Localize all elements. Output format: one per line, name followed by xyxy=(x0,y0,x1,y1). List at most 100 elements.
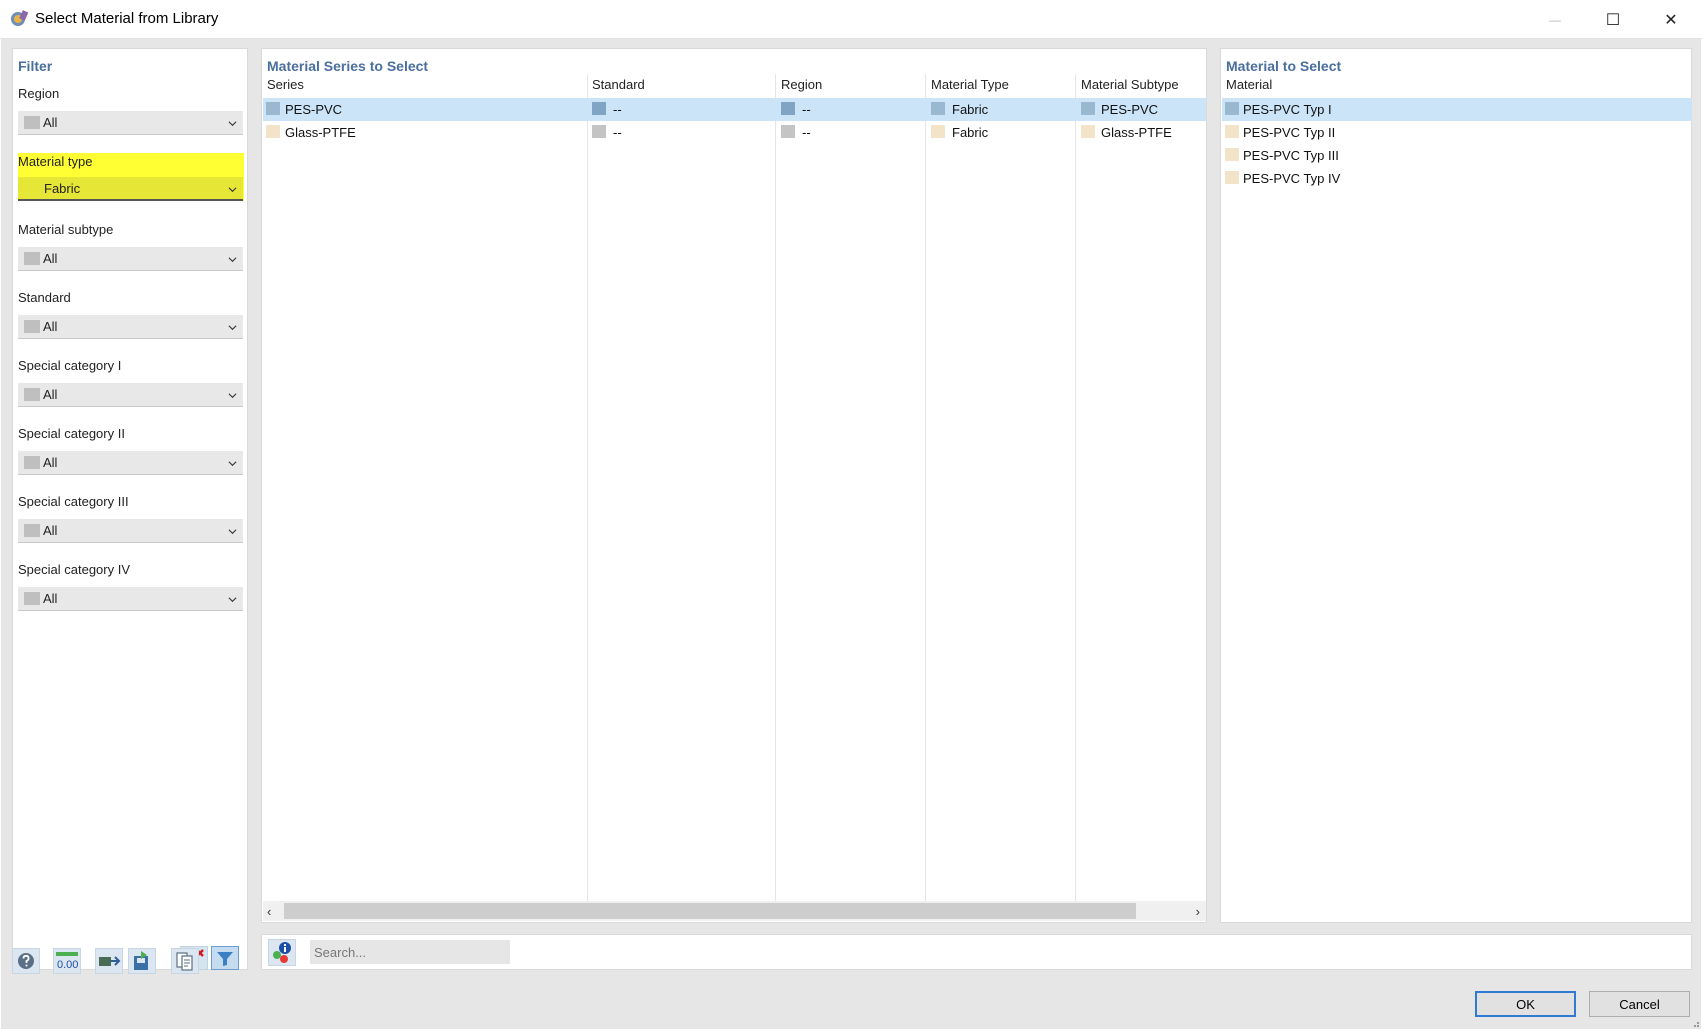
color-swatch xyxy=(1225,148,1239,161)
library-info-button[interactable] xyxy=(171,948,199,974)
special-category-4-value: All xyxy=(43,591,58,606)
decimal-icon: 0.00 xyxy=(56,952,78,971)
column-header-material-type[interactable]: Material Type xyxy=(931,77,1009,92)
color-swatch xyxy=(24,388,40,401)
region-label: Region xyxy=(18,86,60,101)
material-heading: Material to Select xyxy=(1226,58,1342,74)
chevron-down-icon xyxy=(228,529,237,535)
color-swatch xyxy=(24,116,40,129)
scrollbar-thumb[interactable] xyxy=(284,903,1136,919)
region-cell: -- xyxy=(802,102,811,117)
material-series-panel: Material Series to Select Series Standar… xyxy=(261,48,1207,923)
special-category-1-dropdown[interactable]: All xyxy=(18,383,243,407)
special-category-4-dropdown[interactable]: All xyxy=(18,587,243,611)
material-type-value: Fabric xyxy=(44,181,81,196)
material-type-cell: Fabric xyxy=(952,102,989,117)
library-info-icon xyxy=(176,952,193,971)
material-subtype-cell: PES-PVC xyxy=(1101,102,1159,117)
color-swatch xyxy=(781,102,795,115)
standard-label: Standard xyxy=(18,290,71,305)
series-cell: Glass-PTFE xyxy=(285,125,356,140)
material-type-filter: Material type Fabric xyxy=(18,153,244,201)
material-subtype-cell: Glass-PTFE xyxy=(1101,125,1172,140)
column-header-standard[interactable]: Standard xyxy=(592,77,645,92)
color-swatch xyxy=(1225,171,1239,184)
maximize-button[interactable]: ☐ xyxy=(1584,0,1642,39)
decimal-places-button[interactable]: 0.00 xyxy=(53,948,81,974)
special-category-2-dropdown[interactable]: All xyxy=(18,451,243,475)
region-dropdown[interactable]: All xyxy=(18,111,243,135)
info-icon xyxy=(273,942,291,963)
material-type-dropdown[interactable]: Fabric xyxy=(18,177,243,201)
table-row[interactable]: Glass-PTFE -- -- Fabric Glass-PTFE xyxy=(263,121,1206,144)
special-category-1-value: All xyxy=(43,387,58,402)
search-input[interactable] xyxy=(310,940,510,964)
help-button[interactable] xyxy=(12,948,40,974)
apply-filter-button[interactable] xyxy=(211,946,239,970)
color-swatch xyxy=(781,125,795,138)
standard-dropdown[interactable]: All xyxy=(18,315,243,339)
region-cell: -- xyxy=(802,125,811,140)
special-category-4-label: Special category IV xyxy=(18,562,131,577)
chevron-down-icon xyxy=(228,187,237,193)
series-heading: Material Series to Select xyxy=(267,58,429,74)
cancel-button[interactable]: Cancel xyxy=(1589,991,1690,1017)
color-swatch xyxy=(24,592,40,605)
material-subtype-label: Material subtype xyxy=(18,222,114,237)
ok-button[interactable]: OK xyxy=(1475,991,1576,1017)
color-swatch xyxy=(592,102,606,115)
resize-grip-icon[interactable] xyxy=(1690,1018,1700,1028)
material-name: PES-PVC Typ I xyxy=(1243,102,1332,117)
table-row[interactable]: PES-PVC -- -- Fabric PES-PVC xyxy=(263,98,1206,121)
standard-value: All xyxy=(43,319,58,334)
save-to-library-button[interactable] xyxy=(128,948,156,974)
import-button[interactable] xyxy=(95,948,123,974)
material-name: PES-PVC Typ III xyxy=(1243,148,1339,163)
scroll-left-icon[interactable]: ‹ xyxy=(267,904,271,919)
maximize-icon: ☐ xyxy=(1605,11,1621,29)
info-button[interactable] xyxy=(268,939,296,966)
column-header-series[interactable]: Series xyxy=(267,77,304,92)
minimize-button[interactable]: — xyxy=(1526,0,1584,39)
svg-text:0.00: 0.00 xyxy=(57,959,78,971)
column-header-material-subtype[interactable]: Material Subtype xyxy=(1081,77,1179,92)
import-icon xyxy=(99,956,121,966)
special-category-3-value: All xyxy=(43,523,58,538)
color-swatch xyxy=(931,125,945,138)
close-icon: ✕ xyxy=(1664,11,1678,29)
horizontal-scrollbar[interactable]: ‹ › xyxy=(263,901,1206,921)
material-type-cell: Fabric xyxy=(952,125,989,140)
filter-panel: Filter Region All Material type Fabric M… xyxy=(12,48,248,970)
column-header-material[interactable]: Material xyxy=(1226,77,1272,92)
chevron-down-icon xyxy=(228,461,237,467)
special-category-1-label: Special category I xyxy=(18,358,122,373)
material-subtype-dropdown[interactable]: All xyxy=(18,247,243,271)
material-name: PES-PVC Typ II xyxy=(1243,125,1336,140)
scroll-right-icon[interactable]: › xyxy=(1196,904,1200,919)
close-button[interactable]: ✕ xyxy=(1642,0,1700,39)
chevron-down-icon xyxy=(228,257,237,263)
standard-cell: -- xyxy=(613,125,622,140)
series-cell: PES-PVC xyxy=(285,102,343,117)
filter-heading: Filter xyxy=(18,58,53,74)
color-swatch xyxy=(1081,125,1095,138)
color-swatch xyxy=(24,252,40,265)
special-category-2-value: All xyxy=(43,455,58,470)
column-header-region[interactable]: Region xyxy=(781,77,822,92)
color-swatch xyxy=(1225,102,1239,115)
list-item[interactable]: PES-PVC Typ II xyxy=(1222,121,1692,144)
chevron-down-icon xyxy=(228,393,237,399)
list-item[interactable]: PES-PVC Typ III xyxy=(1222,144,1692,167)
material-subtype-value: All xyxy=(43,251,58,266)
special-category-3-dropdown[interactable]: All xyxy=(18,519,243,543)
list-item[interactable]: PES-PVC Typ IV xyxy=(1222,167,1692,190)
app-icon xyxy=(11,10,29,26)
column-divider xyxy=(587,74,588,901)
minimize-icon: — xyxy=(1549,12,1561,27)
dialog-client: Filter Region All Material type Fabric M… xyxy=(1,39,1701,1029)
search-bar xyxy=(261,934,1692,970)
color-swatch xyxy=(24,456,40,469)
color-swatch xyxy=(592,125,606,138)
color-swatch xyxy=(266,102,280,115)
list-item[interactable]: PES-PVC Typ I xyxy=(1222,98,1692,121)
